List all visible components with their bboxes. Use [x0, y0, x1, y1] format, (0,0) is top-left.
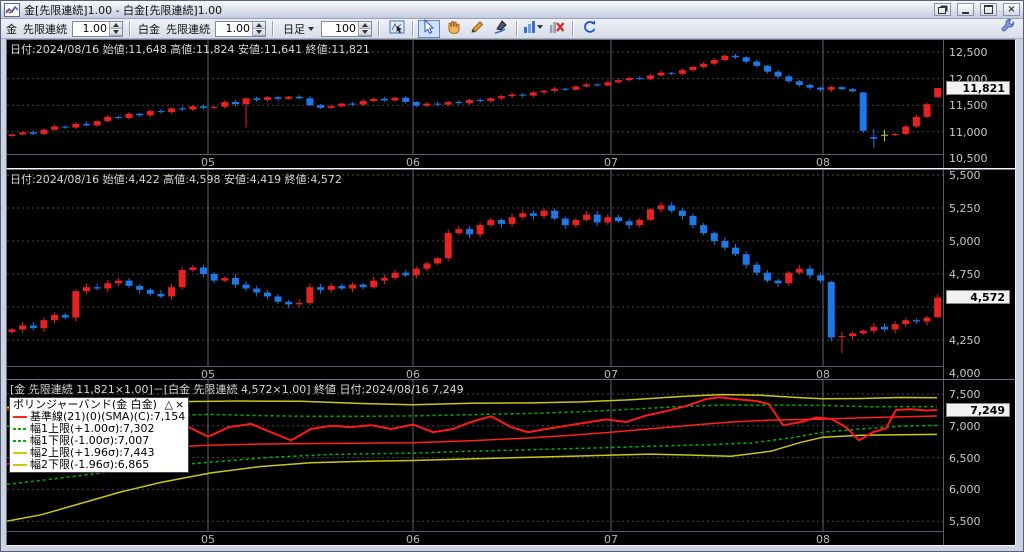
price-tick-label: 6,000: [949, 483, 981, 497]
gold-price-axis: 12,500 12,000 11,500 11,000 10,500 11,821: [943, 40, 1013, 168]
refresh-icon: [581, 19, 597, 38]
gold-last-price-box: 11,821: [946, 81, 1010, 96]
price-tick-label: 11,500: [949, 99, 988, 113]
hand-pan-button[interactable]: [442, 20, 464, 38]
window-title: 金[先限連続]1.00 - 白金[先限連続]1.00: [24, 3, 223, 17]
pencil-draw-button[interactable]: [466, 20, 488, 38]
minimize-button[interactable]: [957, 3, 974, 16]
platinum-label: 白金: [138, 22, 160, 36]
chart-type-button[interactable]: [522, 20, 544, 38]
platinum-panel: 日付:2024/08/16 始値:4,422 高値:4,598 安値:4,419…: [6, 169, 1016, 381]
month-label: 05: [201, 156, 215, 169]
month-label: 08: [816, 156, 830, 169]
month-label: 07: [604, 533, 618, 546]
pen-annotation-icon: [493, 19, 509, 38]
legend-swatch-icon: [13, 428, 27, 430]
price-tick-label: 5,000: [949, 235, 981, 248]
gold-ratio-up-button[interactable]: [110, 21, 122, 29]
select-arrow-button[interactable]: [418, 18, 440, 38]
spread-bollinger-time-axis: 05 06 07 08: [7, 531, 943, 546]
platinum-ratio-down-button[interactable]: [253, 28, 265, 36]
settings-wrench-icon: [1000, 19, 1016, 38]
spread-bollinger-last-price-box: 7,249: [946, 402, 1010, 417]
gold-ratio-spinner[interactable]: [72, 20, 123, 37]
bar-count-spinner[interactable]: [321, 20, 372, 37]
gold-chart[interactable]: [7, 40, 943, 154]
gold-series-label: 先限連続: [23, 22, 67, 36]
platinum-ratio-spinner[interactable]: [215, 20, 266, 37]
price-tick-label: 10,500: [949, 152, 988, 166]
spread-bollinger-header: [金 先限連続 11,821×1.00]－[白金 先限連続 4,572×1.00…: [10, 383, 464, 396]
month-label: 08: [816, 533, 830, 546]
bar-count-down-button[interactable]: [359, 28, 371, 36]
chart-delete-icon: [549, 19, 565, 38]
legend-swatch-icon: [13, 416, 27, 418]
hand-pan-icon: [445, 19, 461, 38]
gold-label: 金: [6, 22, 17, 36]
bar-count-input[interactable]: [322, 21, 358, 36]
platinum-ratio-up-button[interactable]: [253, 21, 265, 29]
refresh-button[interactable]: [578, 20, 600, 38]
legend-label: 幅2下限(-1.96σ):6,865: [30, 458, 150, 471]
month-label: 06: [406, 156, 420, 169]
platinum-series-label: 先限連続: [166, 22, 210, 36]
select-arrow-icon: [421, 18, 437, 38]
pen-annotation-button[interactable]: [490, 20, 512, 38]
chart-type-icon: [523, 19, 544, 38]
bollinger-legend: ボリンジャーバンド(金 白金) △ × 基準線(21)(0)(SMA)(C):7,15…: [9, 397, 190, 473]
platinum-header: 日付:2024/08/16 始値:4,422 高値:4,598 安値:4,419…: [10, 173, 342, 186]
month-label: 05: [201, 533, 215, 546]
price-tick-label: 4,750: [949, 268, 981, 281]
platinum-ratio-input[interactable]: [216, 21, 252, 36]
price-tick-label: 6,500: [949, 451, 981, 465]
maximize-button[interactable]: [980, 3, 997, 16]
price-tick-label: 5,500: [949, 169, 981, 182]
legend-item: 幅2下限(-1.96σ):6,865: [13, 459, 185, 471]
pencil-draw-icon: [469, 19, 485, 38]
chart-window: 金[先限連続]1.00 - 白金[先限連続]1.00 × 金 先限連続 白金 先…: [0, 0, 1024, 552]
toolbar: 金 先限連続 白金 先限連続 日足: [1, 18, 1023, 39]
period-dropdown[interactable]: 日足: [280, 21, 317, 37]
price-tick-label: 4,250: [949, 334, 981, 347]
close-button[interactable]: ×: [1003, 3, 1020, 16]
price-tick-label: 12,500: [949, 46, 988, 59]
chevron-down-icon: [308, 26, 314, 31]
app-chart-icon: [4, 2, 20, 17]
spread-bollinger-panel: [金 先限連続 11,821×1.00]－[白金 先限連続 4,572×1.00…: [6, 379, 1016, 546]
track-cursor-icon: [389, 19, 406, 38]
legend-swatch-icon: [13, 452, 27, 454]
float-button[interactable]: [934, 3, 951, 16]
period-label: 日足: [283, 22, 305, 36]
gold-ratio-down-button[interactable]: [110, 28, 122, 36]
track-cursor-button[interactable]: [386, 20, 408, 38]
settings-wrench-button[interactable]: [997, 19, 1019, 38]
platinum-chart[interactable]: [7, 170, 943, 366]
price-tick-label: 11,000: [949, 125, 988, 139]
price-tick-label: 5,500: [949, 515, 981, 529]
price-tick-label: 5,250: [949, 202, 981, 215]
platinum-price-axis: 5,500 5,250 5,000 4,750 4,250 4,000 4,572: [943, 169, 1013, 380]
bar-count-up-button[interactable]: [359, 21, 371, 29]
legend-swatch-icon: [13, 464, 27, 466]
platinum-time-axis: 05 06 07 08: [7, 366, 943, 381]
gold-time-axis: 05 06 07 08: [7, 154, 943, 169]
price-tick-label: 7,500: [949, 388, 981, 401]
price-tick-label: 7,000: [949, 419, 981, 433]
chart-delete-button[interactable]: [546, 20, 568, 38]
spread-bollinger-price-axis: 7,500 7,000 6,500 6,000 5,500 7,249: [943, 380, 1013, 545]
gold-ratio-input[interactable]: [73, 21, 109, 36]
month-label: 07: [604, 156, 618, 169]
legend-swatch-icon: [13, 440, 27, 442]
month-label: 06: [406, 533, 420, 546]
title-bar[interactable]: 金[先限連続]1.00 - 白金[先限連続]1.00 ×: [1, 1, 1023, 19]
gold-header: 日付:2024/08/16 始値:11,648 高値:11,824 安値:11,…: [10, 43, 370, 56]
platinum-last-price-box: 4,572: [946, 290, 1010, 305]
gold-panel: 日付:2024/08/16 始値:11,648 高値:11,824 安値:11,…: [6, 39, 1016, 169]
